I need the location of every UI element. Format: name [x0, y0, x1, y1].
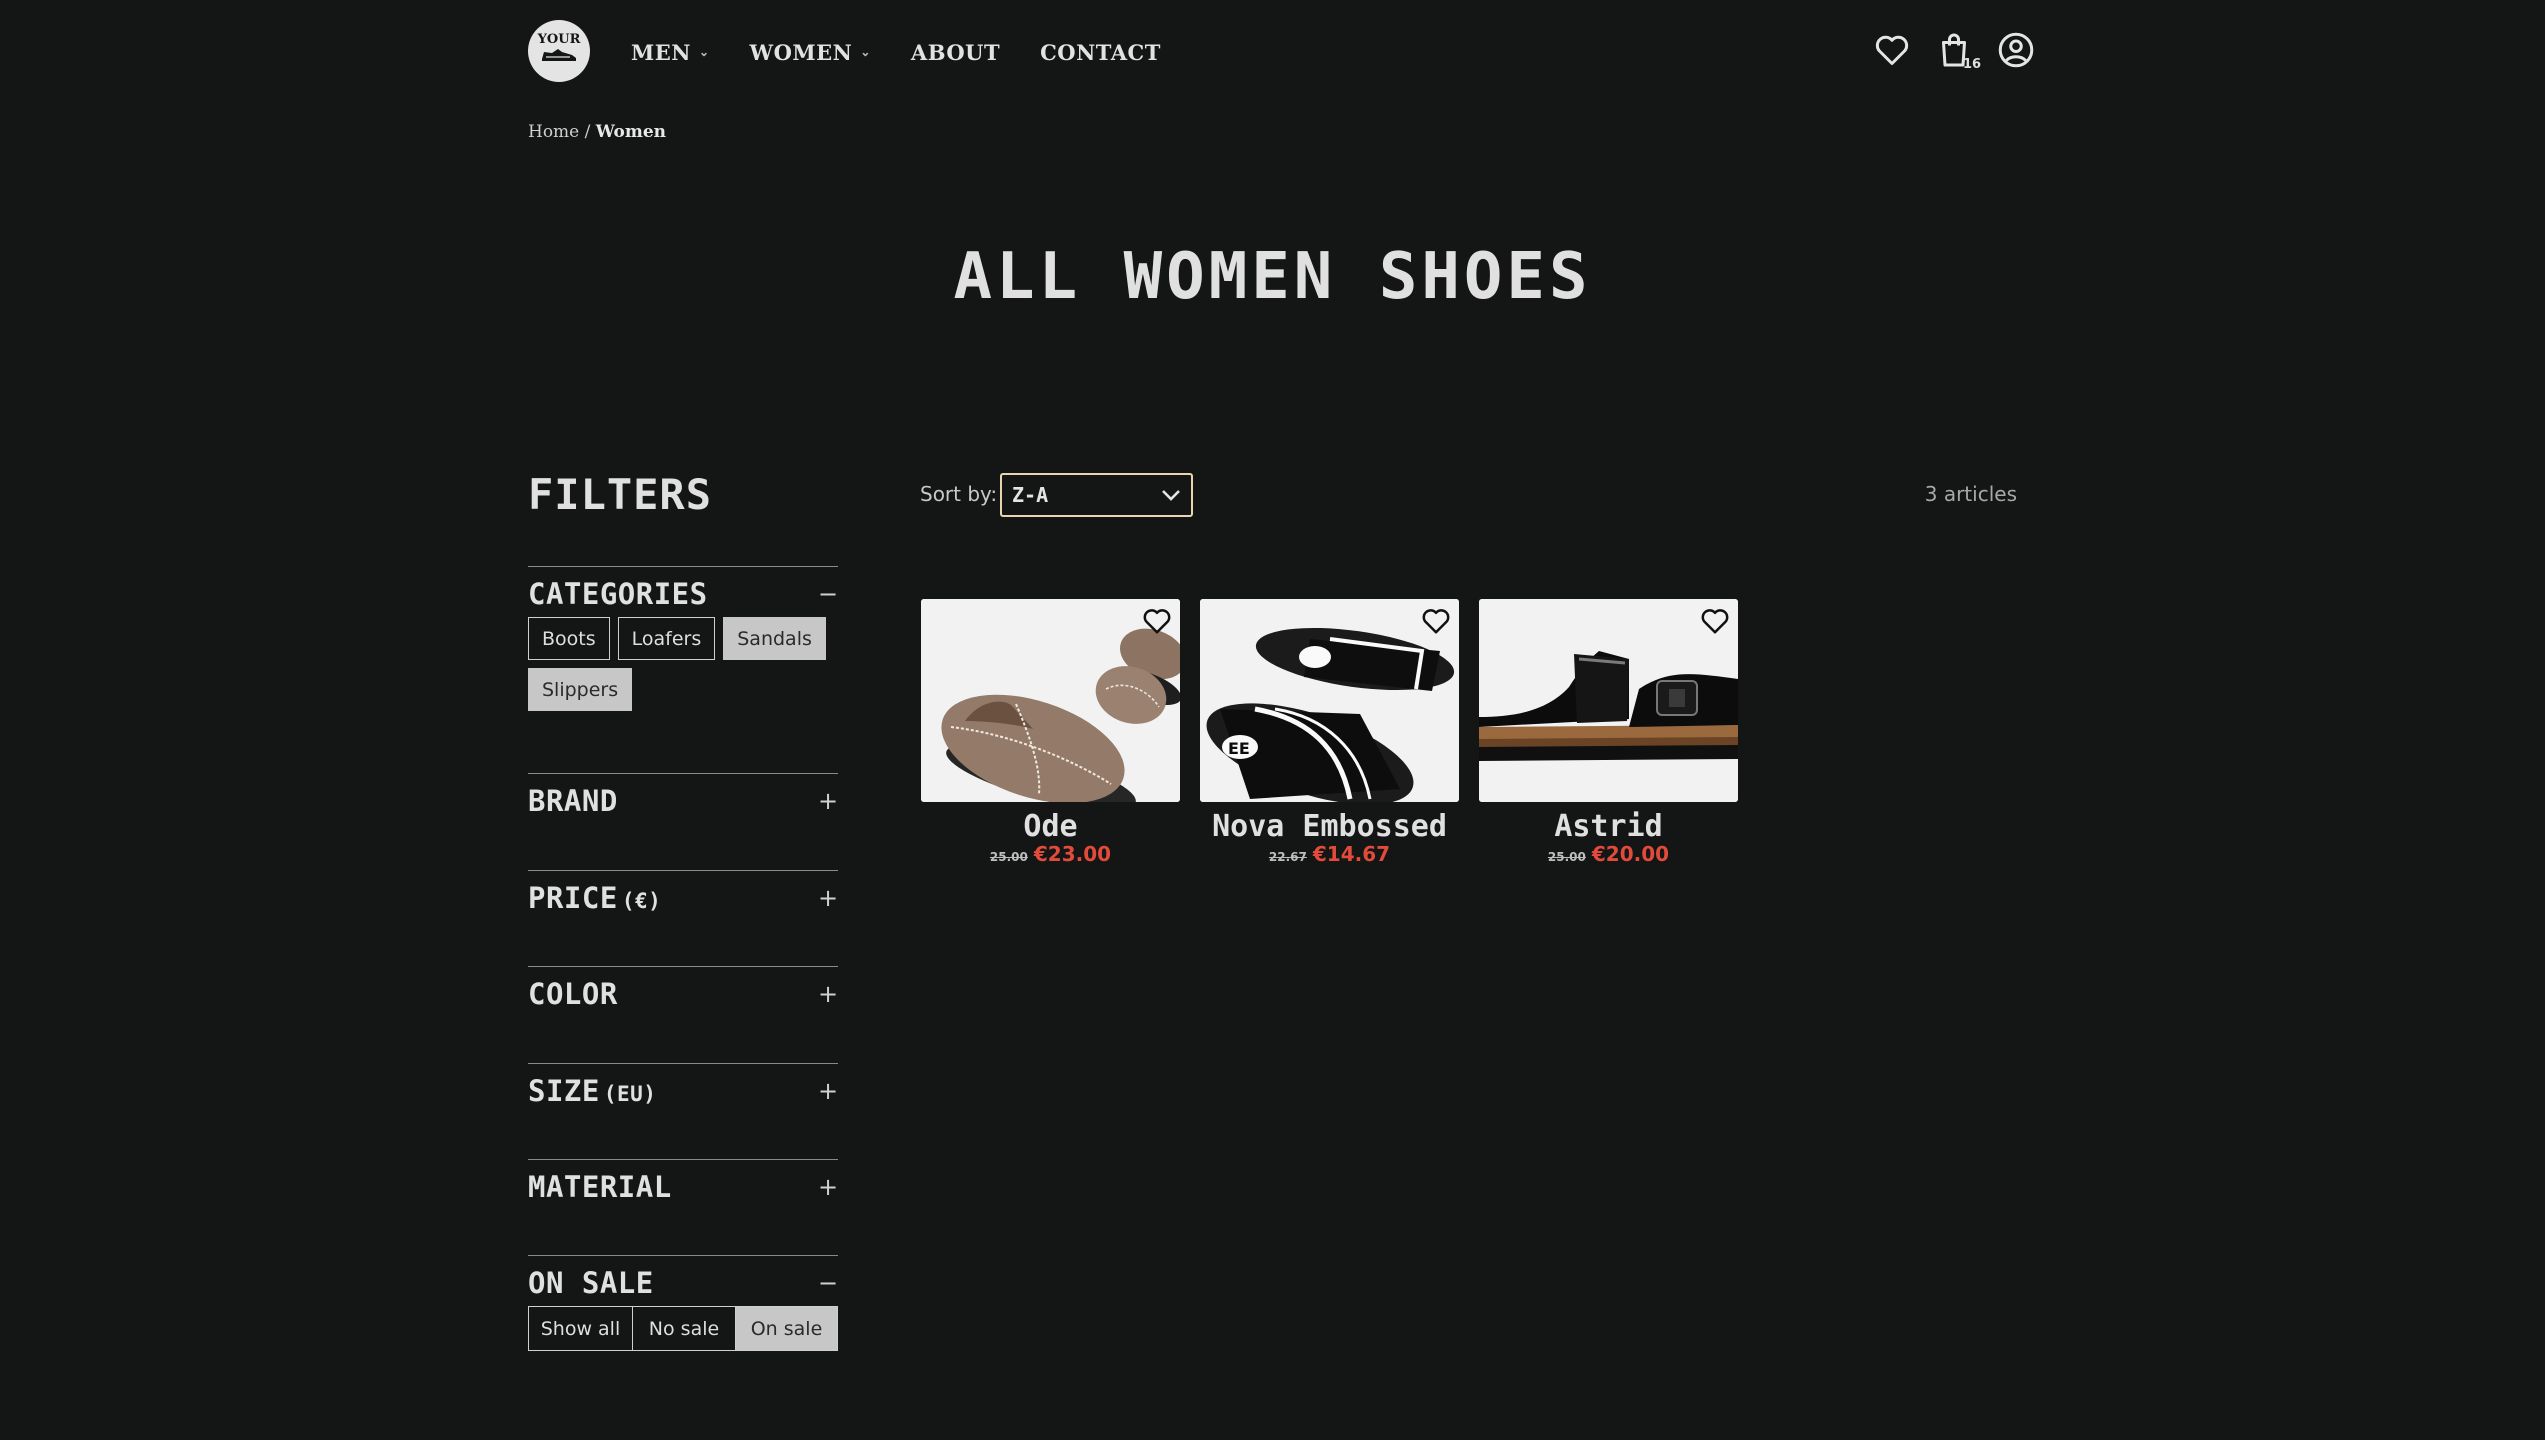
sort-value: Z-A [1012, 483, 1049, 507]
product-price: 25.00 €20.00 [1479, 844, 1738, 867]
product-old-price: 25.00 [989, 850, 1028, 864]
sale-segmented-control: Show all No sale On sale [528, 1306, 838, 1351]
filter-price: PRICE (€) + [528, 870, 838, 921]
category-chips: Boots Loafers Sandals Slippers [528, 617, 848, 711]
product-name[interactable]: Astrid [1479, 810, 1738, 844]
filter-brand-label: BRAND [528, 784, 618, 818]
nav-men-label: MEN [631, 39, 691, 65]
filter-price-unit: (€) [621, 889, 662, 913]
filter-color-label: COLOR [528, 977, 618, 1011]
product-price: 22.67 €14.67 [1200, 844, 1459, 867]
sort-label: Sort by: [920, 482, 998, 506]
product-card[interactable]: EE Nova Embossed 22.67 €14.67 [1200, 599, 1459, 867]
product-card[interactable]: Astrid 25.00 €20.00 [1479, 599, 1738, 867]
filter-price-label: PRICE (€) [528, 881, 661, 915]
product-old-price: 22.67 [1268, 850, 1307, 864]
filter-on-sale: ON SALE − Show all No sale On sale [528, 1255, 838, 1351]
product-old-price: 25.00 [1547, 850, 1586, 864]
nav-about[interactable]: ABOUT [911, 40, 1000, 65]
filters-title: FILTERS [528, 470, 713, 519]
filter-color-header[interactable]: COLOR + [528, 967, 838, 1017]
filter-size-name: SIZE [528, 1074, 600, 1108]
breadcrumb-current: Women [595, 122, 667, 142]
heart-icon[interactable] [1142, 607, 1172, 635]
filter-brand-header[interactable]: BRAND + [528, 774, 838, 824]
filter-material-label: MATERIAL [528, 1170, 672, 1204]
filter-categories: CATEGORIES − Boots Loafers Sandals Slipp… [528, 566, 838, 711]
user-icon [1998, 32, 2034, 68]
expand-icon[interactable]: + [818, 980, 838, 1008]
nav-contact-label: CONTACT [1040, 39, 1161, 65]
expand-icon[interactable]: + [818, 884, 838, 912]
product-sale-price: €14.67 [1312, 842, 1391, 866]
wishlist-button[interactable] [1872, 30, 1912, 70]
filter-size-header[interactable]: SIZE (EU) + [528, 1064, 838, 1114]
chevron-down-icon: ⌄ [698, 45, 710, 59]
filter-size-unit: (EU) [603, 1082, 657, 1106]
category-chip-boots[interactable]: Boots [528, 617, 610, 660]
product-price: 25.00 €23.00 [921, 844, 1180, 867]
page-title: ALL WOMEN SHOES [953, 240, 1592, 314]
logo-text: YOUR [537, 32, 581, 47]
sale-option-no-sale[interactable]: No sale [633, 1307, 736, 1350]
product-image[interactable] [1479, 599, 1738, 802]
product-card[interactable]: Ode 25.00 €23.00 [921, 599, 1180, 867]
nav-women-label: WOMEN [749, 39, 853, 65]
filter-price-header[interactable]: PRICE (€) + [528, 871, 838, 921]
svg-text:EE: EE [1228, 739, 1250, 758]
collapse-icon[interactable]: − [818, 580, 838, 608]
results-count: 3 articles [1924, 482, 2017, 506]
product-image[interactable] [921, 599, 1180, 802]
nav-about-label: ABOUT [910, 39, 1001, 65]
nav-men[interactable]: MEN ⌄ [631, 40, 710, 65]
product-sale-price: €20.00 [1591, 842, 1670, 866]
nav-women[interactable]: WOMEN ⌄ [750, 40, 871, 65]
filter-categories-header[interactable]: CATEGORIES − [528, 567, 838, 617]
filter-brand: BRAND + [528, 773, 838, 824]
filter-price-name: PRICE [528, 881, 618, 915]
expand-icon[interactable]: + [818, 787, 838, 815]
sneaker-icon [542, 49, 576, 61]
header-actions: 16 [1850, 30, 2036, 72]
category-chip-sandals[interactable]: Sandals [723, 617, 826, 660]
site-logo[interactable]: YOUR [528, 20, 590, 82]
cart-button[interactable]: 16 [1934, 30, 1981, 72]
nav-contact[interactable]: CONTACT [1040, 40, 1161, 65]
chevron-down-icon: ⌄ [860, 45, 871, 59]
breadcrumb-separator: / [579, 122, 596, 142]
breadcrumb-home[interactable]: Home [528, 122, 579, 142]
expand-icon[interactable]: + [818, 1173, 838, 1201]
category-chip-slippers[interactable]: Slippers [528, 668, 633, 711]
expand-icon[interactable]: + [818, 1077, 838, 1105]
sale-option-on-sale[interactable]: On sale [736, 1307, 837, 1350]
sort-select[interactable]: Z-A [1000, 473, 1193, 517]
filter-size-label: SIZE (EU) [528, 1074, 656, 1108]
account-button[interactable] [1996, 30, 2036, 70]
cart-count-badge: 16 [1963, 57, 1982, 72]
filter-on-sale-header[interactable]: ON SALE − [528, 1256, 838, 1306]
product-name[interactable]: Nova Embossed [1200, 810, 1459, 844]
category-chip-loafers[interactable]: Loafers [617, 617, 716, 660]
main-nav: MEN ⌄ WOMEN ⌄ ABOUT CONTACT [631, 35, 1201, 69]
filter-size: SIZE (EU) + [528, 1063, 838, 1114]
breadcrumb: Home / Women [528, 122, 666, 142]
filter-on-sale-label: ON SALE [528, 1266, 654, 1300]
chevron-down-icon [1162, 490, 1180, 501]
product-name[interactable]: Ode [921, 810, 1180, 844]
product-image[interactable]: EE [1200, 599, 1459, 802]
heart-icon [1875, 35, 1909, 65]
heart-icon[interactable] [1421, 607, 1451, 635]
product-sale-price: €23.00 [1033, 842, 1112, 866]
filter-material-header[interactable]: MATERIAL + [528, 1160, 838, 1210]
filter-categories-label: CATEGORIES [528, 577, 708, 611]
filter-color: COLOR + [528, 966, 838, 1017]
heart-icon[interactable] [1700, 607, 1730, 635]
filter-material: MATERIAL + [528, 1159, 838, 1210]
sale-option-show-all[interactable]: Show all [529, 1307, 633, 1350]
collapse-icon[interactable]: − [818, 1269, 838, 1297]
